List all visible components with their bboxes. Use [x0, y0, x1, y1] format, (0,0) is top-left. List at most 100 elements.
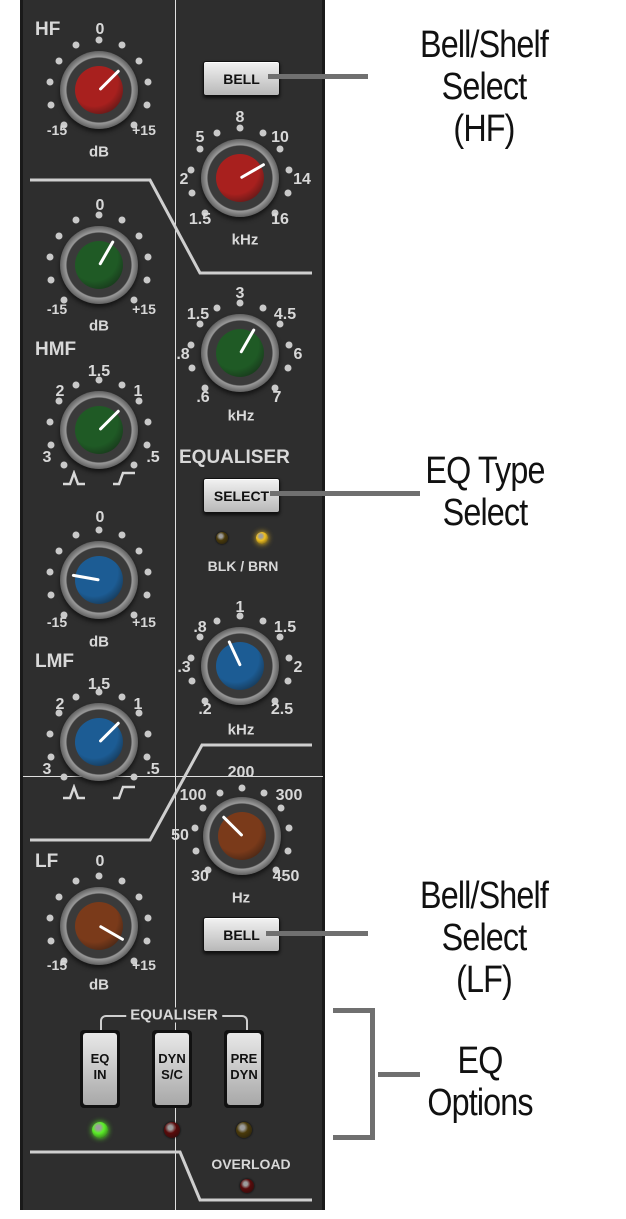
lf-gain-max: +15: [132, 957, 156, 973]
hmf-gain-tick: [46, 253, 54, 261]
dyn-sc-button-line2: S/C: [161, 1067, 183, 1082]
callout-hf-shape: Bell/Shelf Select (HF): [374, 24, 593, 150]
lmf-gain-tick: [118, 531, 126, 539]
hmf-gain-tick: [135, 232, 143, 240]
hmf-bell-icon: [63, 470, 85, 486]
lf-freq-tick: [199, 804, 207, 812]
hf-gain-knob[interactable]: [60, 51, 138, 129]
hf-gain-tick: [46, 78, 54, 86]
lmf-q-tick: [46, 730, 54, 738]
lmf-gain-zero: 0: [95, 509, 105, 526]
hmf-freq-4-5: 4.5: [273, 306, 297, 323]
callout-lf-shape: Bell/Shelf Select (LF): [374, 875, 593, 1001]
lf-gain-tick: [72, 877, 80, 885]
callout-line-hf-shape: [268, 74, 368, 79]
callout-hf-shape-line2: (HF): [453, 108, 515, 150]
eq-in-button[interactable]: EQ IN: [80, 1030, 120, 1108]
lf-gain-tick: [55, 893, 63, 901]
hmf-shelf-icon: [113, 471, 135, 486]
hmf-freq-6b: .6: [196, 389, 210, 406]
lf-freq-tick: [238, 784, 246, 792]
lf-freq-tick: [260, 789, 268, 797]
eq-in-button-face[interactable]: EQ IN: [83, 1033, 117, 1105]
pre-dyn-button-line1: PRE: [230, 1051, 258, 1066]
hmf-gain-tick: [95, 211, 103, 219]
hmf-q-1: 1: [133, 383, 143, 400]
lmf-gain-knob[interactable]: [60, 541, 138, 619]
hf-freq-tick: [276, 145, 284, 153]
hmf-gain-unit: dB: [89, 317, 109, 335]
hmf-q-knob[interactable]: [60, 391, 138, 469]
callout-eq-type-line1: EQ Type: [425, 450, 545, 492]
callout-lf-shape-line2: (LF): [456, 959, 513, 1001]
lmf-gain-tick: [72, 531, 80, 539]
lf-gain-knob[interactable]: [60, 887, 138, 965]
lmf-gain-tick: [143, 591, 151, 599]
lf-freq-tick: [285, 824, 293, 832]
hf-gain-max: +15: [132, 122, 156, 138]
options-title: EQUALISER: [126, 1007, 222, 1023]
eq-type-led-brown: [256, 532, 268, 544]
callout-eq-options: EQ Options: [421, 1040, 540, 1124]
hmf-gain-knob[interactable]: [60, 226, 138, 304]
dyn-sc-button[interactable]: DYN S/C: [152, 1030, 192, 1108]
hmf-freq-8: .8: [176, 346, 190, 363]
hf-freq-tick: [259, 129, 267, 137]
hmf-gain-tick: [143, 276, 151, 284]
hmf-gain-tick: [47, 276, 55, 284]
eq-in-button-line2: IN: [93, 1067, 107, 1082]
hmf-gain-tick: [118, 216, 126, 224]
lmf-freq-knob[interactable]: [201, 627, 279, 705]
lmf-q-2: 2: [55, 696, 65, 713]
hf-freq-16: 16: [271, 211, 289, 228]
lf-gain-min: -15: [46, 957, 68, 973]
lf-freq-300: 300: [275, 787, 303, 804]
lf-freq-knob[interactable]: [203, 797, 281, 875]
hf-freq-2: 2: [179, 171, 189, 188]
lf-freq-tick: [192, 847, 200, 855]
hmf-q-tick: [60, 461, 68, 469]
lmf-freq-tick: [284, 677, 292, 685]
pre-dyn-button-face[interactable]: PRE DYN: [227, 1033, 261, 1105]
eq-type-select-button[interactable]: SELECT: [203, 478, 280, 513]
pre-dyn-button[interactable]: PRE DYN: [224, 1030, 264, 1108]
eq-type-led-black: [216, 532, 228, 544]
lmf-freq-tick: [285, 654, 293, 662]
hmf-q-tick: [95, 376, 103, 384]
lmf-gain-tick: [95, 526, 103, 534]
lf-freq-tick: [284, 847, 292, 855]
lmf-freq-tick: [213, 617, 221, 625]
hmf-gain-tick: [72, 216, 80, 224]
dyn-sc-button-face[interactable]: DYN S/C: [155, 1033, 189, 1105]
hf-freq-5: 5: [195, 129, 205, 146]
pre-dyn-led: [236, 1122, 252, 1138]
hmf-freq-tick: [284, 364, 292, 372]
lmf-freq-2b: .2: [198, 701, 212, 718]
hf-freq-knob[interactable]: [201, 139, 279, 217]
lmf-q-knob[interactable]: [60, 703, 138, 781]
lmf-q-tick: [95, 688, 103, 696]
lmf-gain-tick: [55, 547, 63, 555]
hf-freq-tick: [285, 166, 293, 174]
hf-gain-tick: [95, 36, 103, 44]
callout-eq-options-line1: EQ: [457, 1040, 504, 1082]
hmf-q-tick: [47, 441, 55, 449]
lmf-gain-tick: [46, 568, 54, 576]
hmf-q-tick: [130, 461, 138, 469]
lf-gain-zero: 0: [95, 853, 105, 870]
lf-freq-tick: [277, 804, 285, 812]
hf-gain-tick: [47, 101, 55, 109]
hmf-freq-unit: kHz: [227, 407, 255, 425]
callout-hf-shape-line1: Bell/Shelf Select: [420, 24, 549, 108]
hmf-freq-7: 7: [272, 389, 282, 406]
hmf-q-tick: [46, 418, 54, 426]
hmf-freq-knob[interactable]: [201, 314, 279, 392]
hmf-q-tick: [144, 418, 152, 426]
hf-title: HF: [35, 19, 61, 40]
hf-freq-unit: kHz: [231, 231, 259, 249]
lf-title: LF: [35, 851, 59, 872]
lf-gain-tick: [118, 877, 126, 885]
hf-freq-tick: [196, 145, 204, 153]
hmf-title: HMF: [35, 339, 77, 360]
hf-gain-zero: 0: [95, 21, 105, 38]
